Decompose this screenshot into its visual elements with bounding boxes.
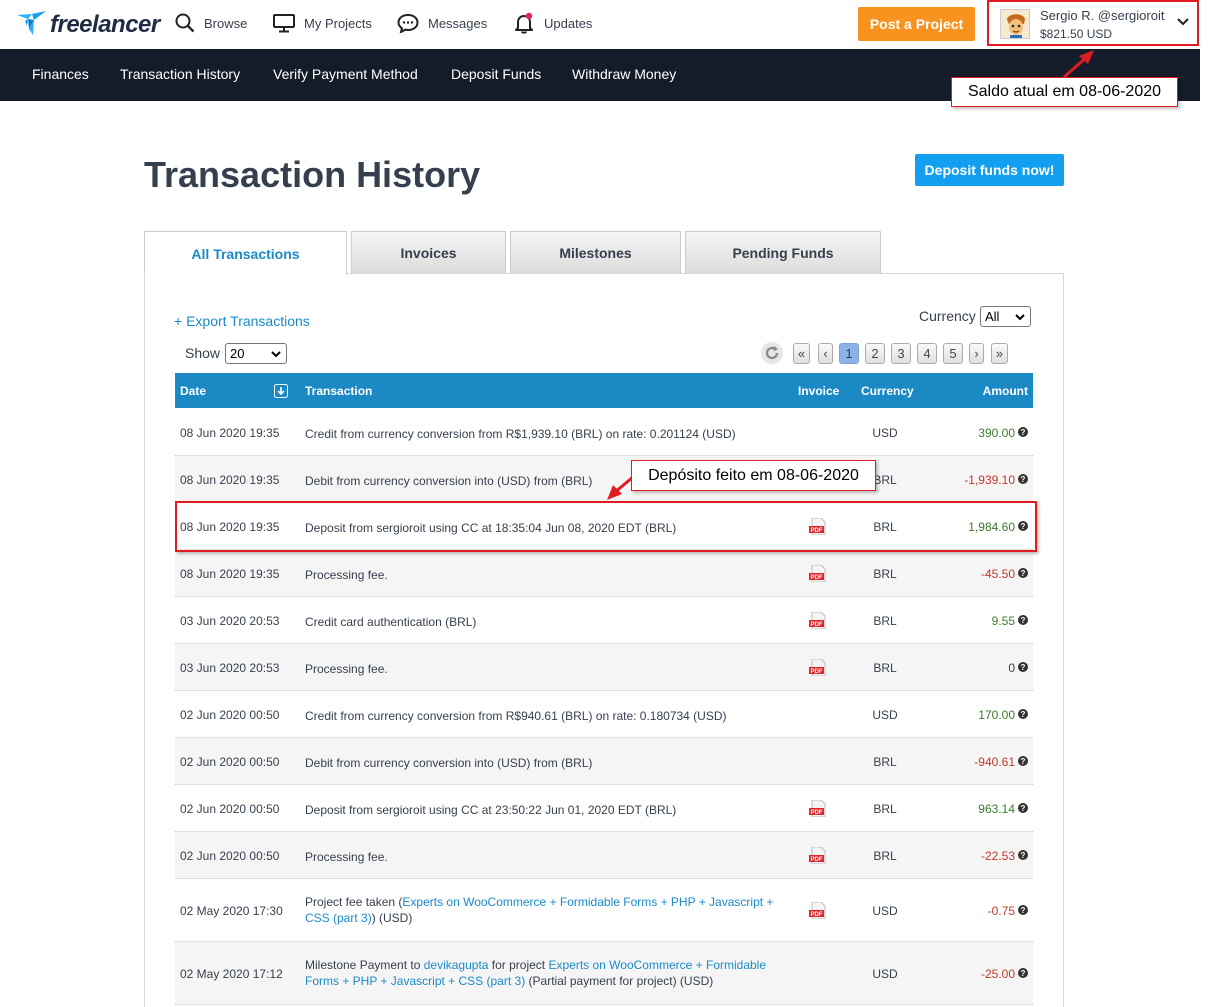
row-description: Credit card authentication (BRL) xyxy=(305,615,477,629)
row-date: 02 May 2020 17:12 xyxy=(180,967,283,981)
row-currency: BRL xyxy=(873,755,897,769)
row-date: 02 Jun 2020 00:50 xyxy=(180,708,280,722)
row-date: 02 Jun 2020 00:50 xyxy=(180,849,280,863)
row-currency: BRL xyxy=(873,849,897,863)
row-date: 02 May 2020 17:30 xyxy=(180,904,283,918)
help-icon[interactable]: ? xyxy=(1018,850,1028,860)
row-description: Credit from currency conversion from R$9… xyxy=(305,709,727,723)
row-description: Debit from currency conversion into (USD… xyxy=(305,756,593,770)
pdf-invoice-icon[interactable]: PDF xyxy=(809,659,826,676)
table-row: 03 Jun 2020 20:53 Credit card authenticat… xyxy=(175,597,1033,644)
row-date: 03 Jun 2020 20:53 xyxy=(180,614,280,628)
description-text: ) (USD) xyxy=(371,911,413,925)
pdf-invoice-icon[interactable]: PDF xyxy=(809,847,826,864)
row-amount: 0 xyxy=(1008,661,1015,675)
row-currency: USD xyxy=(872,967,898,981)
row-amount: -25.00 xyxy=(980,967,1015,981)
deposit-note: Depósito feito em 08-06-2020 xyxy=(631,460,876,491)
row-amount: 9.55 xyxy=(991,614,1015,628)
help-icon[interactable]: ? xyxy=(1018,905,1028,915)
description-text: Milestone Payment to xyxy=(305,958,424,972)
pdf-invoice-icon[interactable]: PDF xyxy=(809,612,826,629)
svg-text:PDF: PDF xyxy=(811,810,823,816)
table-row: 02 May 2020 17:30 Project fee taken (Expe… xyxy=(175,879,1033,942)
tab-all-transactions[interactable]: All Transactions xyxy=(144,231,347,275)
row-currency: USD xyxy=(872,904,898,918)
table-row: 02 Jun 2020 00:50 Debit from currency con… xyxy=(175,738,1033,785)
description-text: Project fee taken ( xyxy=(305,895,403,909)
pdf-invoice-icon[interactable]: PDF xyxy=(809,902,826,919)
table-row: 02 Jun 2020 00:50 Credit from currency co… xyxy=(175,691,1033,738)
row-description: Milestone Payment to devikagupta for pro… xyxy=(305,957,780,989)
svg-text:PDF: PDF xyxy=(811,622,823,628)
row-description: Processing fee. xyxy=(305,662,388,676)
row-currency: BRL xyxy=(873,614,897,628)
row-amount: -940.61 xyxy=(974,755,1015,769)
help-icon[interactable]: ? xyxy=(1018,968,1028,978)
deposit-callout-arrow xyxy=(607,475,634,500)
row-amount: -0.75 xyxy=(987,904,1015,918)
row-description: Processing fee. xyxy=(305,850,388,864)
freelancer-link[interactable]: devikagupta xyxy=(424,958,489,972)
help-icon[interactable]: ? xyxy=(1018,662,1028,672)
svg-text:PDF: PDF xyxy=(811,669,823,675)
svg-text:PDF: PDF xyxy=(811,857,823,863)
table-row: 02 Jun 2020 00:50 Deposit from sergioroit… xyxy=(175,785,1033,832)
row-amount: -22.53 xyxy=(980,849,1015,863)
help-icon[interactable]: ? xyxy=(1018,709,1028,719)
row-currency: BRL xyxy=(873,802,897,816)
help-icon[interactable]: ? xyxy=(1018,756,1028,766)
row-description: Deposit from sergioroit using CC at 23:5… xyxy=(305,803,677,817)
row-date: 02 Jun 2020 00:50 xyxy=(180,802,280,816)
help-icon[interactable]: ? xyxy=(1018,803,1028,813)
description-text: (Partial payment for project) (USD) xyxy=(525,974,714,988)
row-amount: 963.14 xyxy=(978,802,1015,816)
row-description: Project fee taken (Experts on WooCommerc… xyxy=(305,894,780,926)
row-date: 03 Jun 2020 20:53 xyxy=(180,661,280,675)
pdf-invoice-icon[interactable]: PDF xyxy=(809,800,826,817)
table-row: 02 May 2020 17:12 Milestone Payment to de… xyxy=(175,942,1033,1005)
table-row: 02 Jun 2020 00:50 Processing fee. PDF BRL -2… xyxy=(175,832,1033,879)
row-currency: BRL xyxy=(873,661,897,675)
help-icon[interactable]: ? xyxy=(1018,615,1028,625)
row-date: 02 Jun 2020 00:50 xyxy=(180,755,280,769)
description-text: for project xyxy=(488,958,549,972)
table-row: 03 Jun 2020 20:53 Processing fee. PDF BRL 0? xyxy=(175,644,1033,691)
row-amount: 170.00 xyxy=(978,708,1015,722)
row-currency: USD xyxy=(872,708,898,722)
svg-text:PDF: PDF xyxy=(811,912,823,918)
